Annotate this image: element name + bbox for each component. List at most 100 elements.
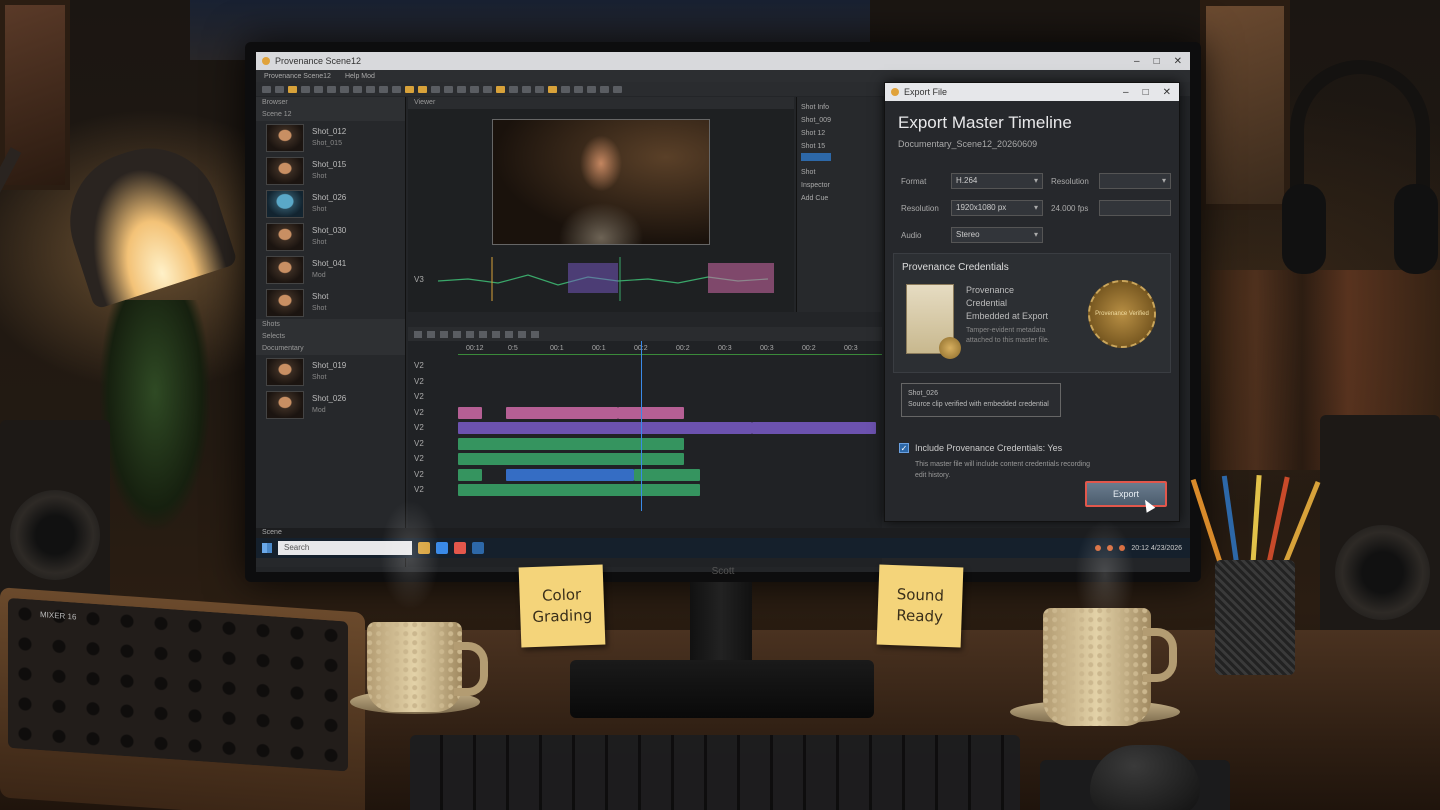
minimize-icon[interactable]: –	[1123, 87, 1129, 98]
tool-icon[interactable]	[418, 85, 427, 93]
export-button[interactable]: Export	[1085, 481, 1167, 507]
tool-icon[interactable]	[444, 85, 453, 93]
tool-icon[interactable]	[505, 330, 513, 338]
playhead[interactable]	[641, 341, 642, 511]
clip-item[interactable]: Shot_030 Shot	[256, 220, 405, 253]
timeline-track[interactable]: V2	[408, 421, 882, 435]
ruler-tick: 00:2	[802, 345, 816, 352]
tool-icon[interactable]	[535, 85, 544, 93]
clip-item[interactable]: Shot_026 Shot	[256, 187, 405, 220]
tool-icon[interactable]	[453, 330, 461, 338]
bin-group[interactable]: Scene 12	[256, 109, 405, 121]
tool-icon[interactable]	[288, 85, 297, 93]
ruler-tick: 00:12	[466, 345, 484, 352]
timeline-track[interactable]: V2	[408, 452, 882, 466]
start-icon[interactable]	[262, 543, 272, 553]
tool-icon[interactable]	[470, 85, 479, 93]
tool-icon[interactable]	[613, 85, 622, 93]
bin-section[interactable]: Shots	[256, 319, 405, 331]
tool-icon[interactable]	[509, 85, 518, 93]
right-resolution-select[interactable]: ▾	[1099, 173, 1171, 189]
tool-icon[interactable]	[366, 85, 375, 93]
framerate-field[interactable]	[1099, 200, 1171, 216]
tool-icon[interactable]	[405, 85, 414, 93]
timeline-track[interactable]: V2	[408, 483, 882, 497]
timeline-clip[interactable]	[458, 484, 700, 496]
tool-icon[interactable]	[314, 85, 323, 93]
close-icon[interactable]: ✕	[1163, 87, 1171, 98]
timeline-clip[interactable]	[506, 468, 634, 481]
clip-item[interactable]: Shot Shot	[256, 286, 405, 319]
tool-icon[interactable]	[340, 85, 349, 93]
timeline-clip[interactable]	[458, 453, 684, 465]
timeline-track[interactable]: V2	[408, 437, 882, 451]
timeline-clip[interactable]	[752, 422, 876, 434]
resolution-select[interactable]: 1920x1080 px ▾	[951, 200, 1043, 216]
tool-icon[interactable]	[379, 85, 388, 93]
timeline-track[interactable]: V2	[408, 468, 882, 482]
tool-icon[interactable]	[457, 85, 466, 93]
tool-icon[interactable]	[587, 85, 596, 93]
tool-icon[interactable]	[262, 85, 271, 93]
tool-icon[interactable]	[561, 85, 570, 93]
inspector-toggle[interactable]	[801, 153, 831, 161]
maximize-icon[interactable]: □	[1143, 87, 1149, 98]
editor-app-icon[interactable]	[472, 542, 484, 554]
tool-icon[interactable]	[427, 330, 435, 338]
close-icon[interactable]: ✕	[1174, 56, 1182, 67]
tool-icon[interactable]	[301, 85, 310, 93]
timeline-ruler[interactable]: 00:120:500:100:100:200:200:300:300:200:3	[458, 345, 882, 355]
tool-icon[interactable]	[440, 330, 448, 338]
tool-icon[interactable]	[518, 330, 526, 338]
tool-icon[interactable]	[275, 85, 284, 93]
tool-icon[interactable]	[353, 85, 362, 93]
format-select[interactable]: H.264 ▾	[951, 173, 1043, 189]
tool-icon[interactable]	[479, 330, 487, 338]
tool-icon[interactable]	[496, 85, 505, 93]
inspector-action[interactable]: Add Cue	[801, 192, 878, 205]
track-label: V2	[414, 485, 424, 494]
timeline-track[interactable]: V2	[408, 359, 882, 373]
maximize-icon[interactable]: □	[1154, 56, 1160, 67]
tool-icon[interactable]	[327, 85, 336, 93]
tool-icon[interactable]	[522, 85, 531, 93]
clip-item[interactable]: Shot_041 Mod	[256, 253, 405, 286]
tool-icon[interactable]	[492, 330, 500, 338]
timeline-clip[interactable]	[634, 468, 700, 481]
tool-icon[interactable]	[574, 85, 583, 93]
tool-icon[interactable]	[531, 330, 539, 338]
timeline-clip[interactable]	[458, 422, 752, 434]
timeline-track[interactable]: V2	[408, 406, 882, 420]
menu-item-help[interactable]: Help Mod	[345, 73, 375, 80]
tool-icon[interactable]	[414, 330, 422, 338]
tool-icon[interactable]	[483, 85, 492, 93]
menu-item-project[interactable]: Provenance Scene12	[264, 73, 331, 80]
clip-item[interactable]: Shot_012 Shot_015	[256, 121, 405, 154]
bin-sub-group[interactable]: Documentary	[256, 343, 405, 355]
tool-icon[interactable]	[466, 330, 474, 338]
timeline-clip[interactable]	[618, 406, 684, 419]
audio-select[interactable]: Stereo ▾	[951, 227, 1043, 243]
checkbox-checked-icon[interactable]: ✓	[899, 443, 909, 453]
waveform-graphic[interactable]	[408, 255, 794, 303]
clip-sub: Mod	[312, 271, 326, 279]
bin-group[interactable]: Selects	[256, 331, 405, 343]
provenance-checkbox-row[interactable]: ✓ Include Provenance Credentials: Yes	[899, 443, 1062, 453]
tool-icon[interactable]	[392, 85, 401, 93]
clip-item[interactable]: Shot_026 Mod	[256, 388, 405, 421]
timeline-clip[interactable]	[458, 437, 684, 450]
minimize-icon[interactable]: –	[1134, 56, 1140, 67]
timeline-track[interactable]: V2	[408, 375, 882, 389]
timeline-clip[interactable]	[506, 406, 618, 419]
clip-item[interactable]: Shot_015 Shot	[256, 154, 405, 187]
timeline-clip[interactable]	[458, 406, 482, 419]
video-frame[interactable]	[492, 119, 710, 245]
shot-box-text: Source clip verified with embedded crede…	[908, 401, 1049, 408]
timeline-track[interactable]: V2	[408, 390, 882, 404]
tool-icon[interactable]	[431, 85, 440, 93]
clip-item[interactable]: Shot_019 Shot	[256, 355, 405, 388]
tool-icon[interactable]	[548, 85, 557, 93]
timeline-clip[interactable]	[458, 468, 482, 481]
tool-icon[interactable]	[600, 85, 609, 93]
media-app-icon[interactable]	[454, 542, 466, 554]
